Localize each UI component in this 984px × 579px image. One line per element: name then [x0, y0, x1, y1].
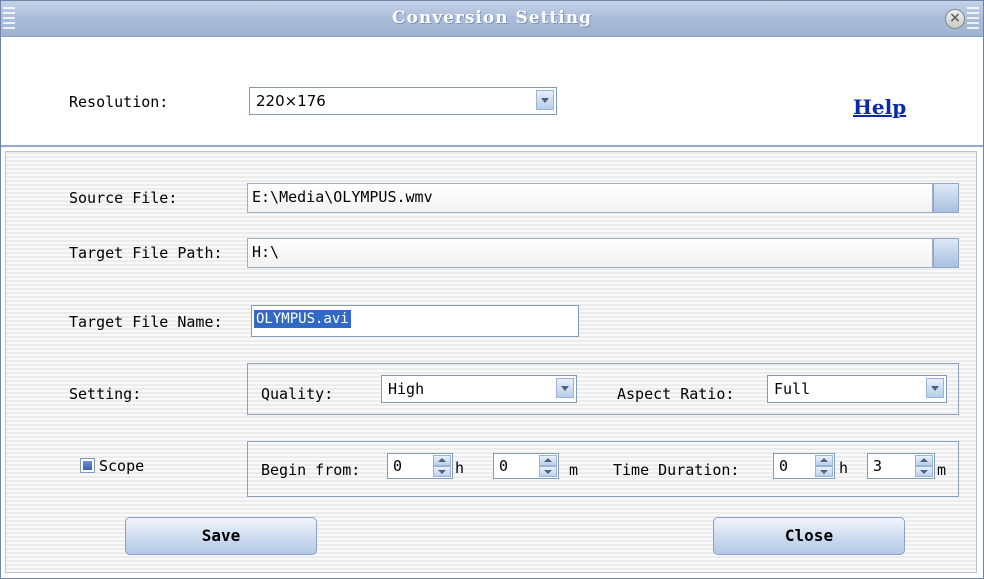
conversion-setting-dialog: Conversion Setting × Resolution: 220×176… — [0, 0, 984, 579]
scope-checkbox[interactable] — [80, 458, 95, 473]
title-bar[interactable]: Conversion Setting × — [1, 1, 983, 37]
close-button[interactable]: Close — [713, 517, 905, 555]
chevron-down-icon[interactable] — [926, 378, 944, 398]
aspect-ratio-value: Full — [774, 380, 811, 398]
source-file-value: E:\Media\OLYMPUS.wmv — [252, 188, 433, 206]
resolution-section: Resolution: 220×176 — [1, 37, 983, 147]
begin-minutes-unit: m — [569, 461, 579, 479]
spin-arrows-icon[interactable] — [433, 455, 451, 477]
scope-label: Scope — [99, 457, 145, 475]
duration-hours-unit: h — [839, 459, 849, 477]
target-path-value: H:\ — [252, 243, 280, 261]
chevron-down-icon[interactable] — [536, 90, 554, 110]
aspect-ratio-select[interactable]: Full — [767, 375, 947, 403]
duration-hours-value: 0 — [779, 457, 789, 475]
setting-label: Setting: — [69, 385, 142, 403]
help-link[interactable]: Help — [853, 95, 906, 119]
target-name-value: OLYMPUS.avi — [254, 310, 351, 328]
target-name-input[interactable]: OLYMPUS.avi — [251, 305, 579, 337]
source-file-field[interactable]: E:\Media\OLYMPUS.wmv — [247, 183, 933, 213]
source-browse-button[interactable] — [933, 183, 959, 213]
begin-from-label: Begin from: — [261, 461, 361, 479]
chevron-down-icon[interactable] — [556, 378, 574, 398]
quality-select[interactable]: High — [381, 375, 577, 403]
target-path-label: Target File Path: — [69, 244, 223, 262]
quality-label: Quality: — [261, 385, 334, 403]
window-title: Conversion Setting — [391, 8, 593, 28]
quality-value: High — [388, 380, 425, 398]
begin-hours-value: 0 — [393, 457, 403, 475]
resolution-label: Resolution: — [69, 93, 169, 111]
target-path-field[interactable]: H:\ — [247, 238, 933, 268]
save-button[interactable]: Save — [125, 517, 317, 555]
resolution-select[interactable]: 220×176 — [249, 87, 557, 115]
resolution-value: 220×176 — [256, 92, 326, 110]
duration-minutes-value: 3 — [873, 457, 883, 475]
spin-arrows-icon[interactable] — [815, 455, 833, 477]
duration-hours-stepper[interactable]: 0 — [773, 453, 835, 479]
settings-panel — [5, 151, 977, 573]
begin-minutes-value: 0 — [499, 457, 509, 475]
duration-minutes-unit: m — [937, 461, 947, 479]
begin-hours-unit: h — [455, 459, 465, 477]
close-icon[interactable]: × — [945, 9, 965, 29]
duration-minutes-stepper[interactable]: 3 — [867, 453, 935, 479]
source-file-label: Source File: — [69, 189, 178, 207]
time-duration-label: Time Duration: — [613, 461, 740, 479]
target-name-label: Target File Name: — [69, 313, 223, 331]
aspect-ratio-label: Aspect Ratio: — [617, 385, 735, 403]
begin-minutes-stepper[interactable]: 0 — [493, 453, 559, 479]
spin-arrows-icon[interactable] — [539, 455, 557, 477]
begin-hours-stepper[interactable]: 0 — [387, 453, 453, 479]
spin-arrows-icon[interactable] — [915, 455, 933, 477]
right-grip-icon — [967, 7, 979, 31]
target-browse-button[interactable] — [933, 238, 959, 268]
